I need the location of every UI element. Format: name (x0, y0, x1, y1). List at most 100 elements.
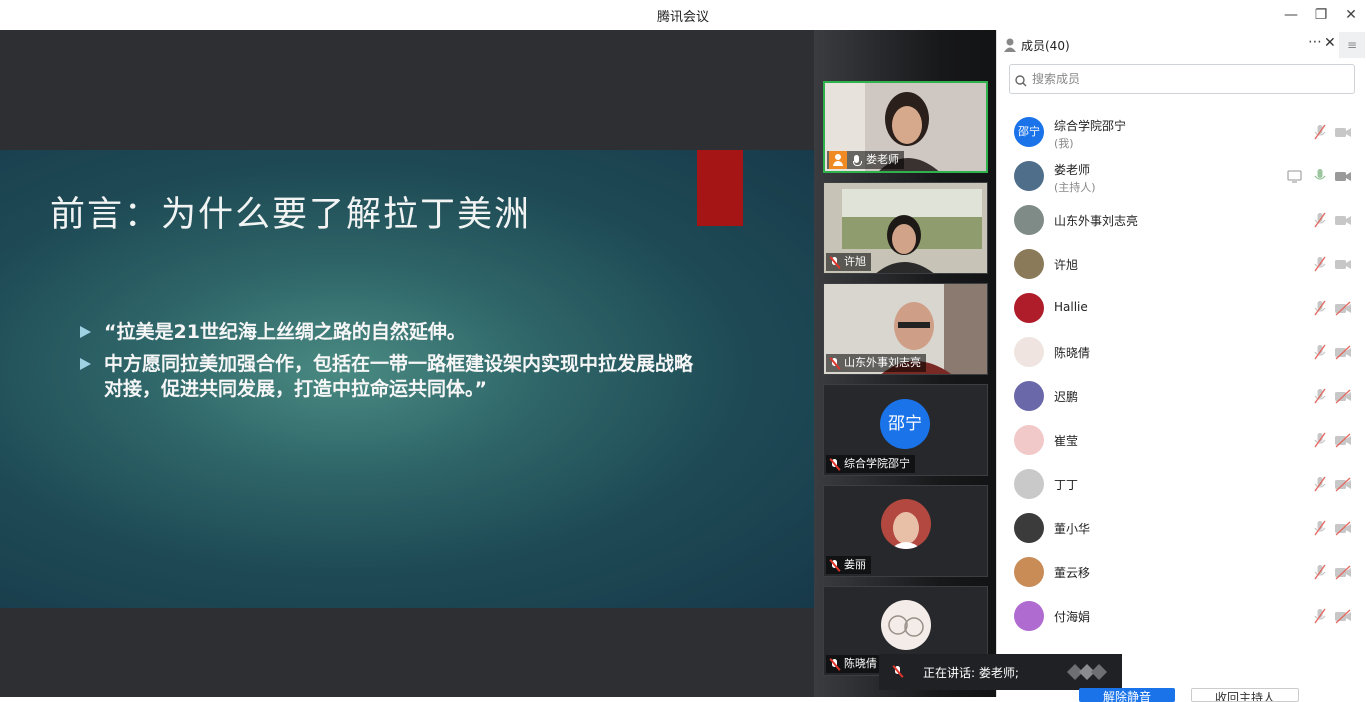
microphone-muted-icon[interactable] (891, 665, 904, 678)
member-name: 娄老师 (1054, 163, 1091, 177)
microphone-muted-icon (828, 256, 841, 269)
menu-icon[interactable]: ≡ (1339, 32, 1365, 58)
microphone-muted-icon[interactable] (1312, 564, 1328, 580)
reclaim-host-button[interactable]: 收回主持人 (1191, 688, 1299, 702)
participant-nametag: 陈晓倩 (826, 655, 882, 673)
minimize-icon[interactable]: — (1280, 5, 1302, 25)
video-tile[interactable]: 邵宁 综合学院邵宁 (823, 384, 988, 476)
more-options-icon[interactable]: ⋯ (1308, 34, 1322, 50)
avatar (881, 499, 931, 549)
avatar (1014, 425, 1044, 455)
close-icon[interactable]: ✕ (1340, 5, 1362, 25)
member-row[interactable]: 邵宁 综合学院邵宁 (我) (997, 110, 1366, 154)
member-row[interactable]: 山东外事刘志亮 (997, 198, 1366, 242)
member-name: 陈晓倩 (1054, 346, 1091, 360)
slide-accent-bar (697, 150, 743, 226)
member-row[interactable]: 付海娟 (997, 594, 1366, 638)
video-tile[interactable]: 姜丽 (823, 485, 988, 577)
camera-icon[interactable] (1334, 256, 1352, 272)
avatar (1014, 205, 1044, 235)
member-row[interactable]: 许旭 (997, 242, 1366, 286)
bullet-triangle-icon (80, 358, 91, 370)
member-row[interactable]: 娄老师 (主持人) (997, 154, 1366, 198)
screen-share-icon (1287, 168, 1303, 184)
microphone-muted-icon[interactable] (1312, 300, 1328, 316)
video-tile[interactable]: 许旭 (823, 182, 988, 274)
microphone-muted-icon (828, 458, 841, 471)
avatar (1014, 161, 1044, 191)
member-row[interactable]: 丁丁 (997, 462, 1366, 506)
member-role: (主持人) (1054, 181, 1096, 194)
camera-off-icon[interactable] (1334, 300, 1352, 316)
avatar (1014, 601, 1044, 631)
microphone-muted-icon (828, 559, 841, 572)
member-row[interactable]: 陈晓倩 (997, 330, 1366, 374)
camera-off-icon[interactable] (1334, 608, 1352, 624)
microphone-muted-icon[interactable] (1312, 344, 1328, 360)
participant-nametag: 娄老师 (827, 151, 904, 169)
speaking-text: 正在讲话: 娄老师; (923, 666, 1019, 680)
avatar (1014, 249, 1044, 279)
member-row[interactable]: 崔莹 (997, 418, 1366, 462)
member-name: 迟鹏 (1054, 390, 1079, 404)
camera-off-icon[interactable] (1334, 564, 1352, 580)
camera-off-icon[interactable] (1334, 344, 1352, 360)
participant-nametag: 许旭 (826, 253, 871, 271)
member-name: 丁丁 (1054, 478, 1079, 492)
slide-title: 前言：为什么要了解拉丁美洲 (50, 195, 532, 235)
microphone-icon[interactable] (1312, 168, 1328, 184)
microphone-muted-icon (828, 658, 841, 671)
microphone-muted-icon[interactable] (1312, 124, 1328, 140)
participant-nametag: 姜丽 (826, 556, 871, 574)
unmute-all-button[interactable]: 解除静音 (1079, 688, 1175, 702)
avatar (1014, 469, 1044, 499)
microphone-muted-icon[interactable] (1312, 256, 1328, 272)
camera-icon[interactable] (1334, 168, 1352, 184)
microphone-muted-icon[interactable] (1312, 608, 1328, 624)
close-panel-icon[interactable]: ✕ (1324, 35, 1336, 51)
participant-nametag: 山东外事刘志亮 (826, 354, 926, 372)
camera-off-icon[interactable] (1334, 520, 1352, 536)
member-name: 综合学院邵宁 (1054, 119, 1127, 133)
member-name: 崔莹 (1054, 434, 1079, 448)
member-row[interactable]: Hallie (997, 286, 1366, 330)
microphone-muted-icon[interactable] (1312, 432, 1328, 448)
search-input[interactable]: 搜索成员 (1009, 64, 1355, 94)
restore-icon[interactable]: ❐ (1310, 5, 1332, 25)
microphone-muted-icon[interactable] (1312, 388, 1328, 404)
avatar: 邵宁 (880, 399, 930, 449)
member-row[interactable]: 迟鹏 (997, 374, 1366, 418)
member-name: 付海娟 (1054, 610, 1091, 624)
avatar (1014, 293, 1044, 323)
avatar (881, 600, 931, 650)
camera-icon[interactable] (1334, 212, 1352, 228)
member-row[interactable]: 董云移 (997, 550, 1366, 594)
title-bar: 腾讯会议 — ❐ ✕ (0, 0, 1366, 30)
avatar (1014, 513, 1044, 543)
shared-screen-area: 前言：为什么要了解拉丁美洲 “拉美是21世纪海上丝绸之路的自然延伸。 中方愿同拉… (0, 30, 814, 697)
avatar (1014, 337, 1044, 367)
video-tile[interactable]: 娄老师 (823, 81, 988, 173)
bullet-triangle-icon (80, 326, 91, 338)
member-name: 董小华 (1054, 522, 1091, 536)
microphone-icon (850, 154, 863, 167)
member-name: 董云移 (1054, 566, 1091, 580)
microphone-muted-icon[interactable] (1312, 212, 1328, 228)
presentation-slide: 前言：为什么要了解拉丁美洲 “拉美是21世纪海上丝绸之路的自然延伸。 中方愿同拉… (0, 150, 814, 608)
camera-icon[interactable] (1334, 124, 1352, 140)
search-icon (1015, 72, 1027, 91)
camera-off-icon[interactable] (1334, 476, 1352, 492)
microphone-muted-icon[interactable] (1312, 476, 1328, 492)
microphone-muted-icon[interactable] (1312, 520, 1328, 536)
members-icon (1003, 37, 1017, 52)
speaking-indicator: 正在讲话: 娄老师; (879, 654, 1122, 690)
video-tile[interactable]: 山东外事刘志亮 (823, 283, 988, 375)
member-row[interactable]: 董小华 (997, 506, 1366, 550)
camera-off-icon[interactable] (1334, 432, 1352, 448)
avatar: 邵宁 (1014, 117, 1044, 147)
host-icon (829, 151, 847, 169)
members-panel-header: 成员(40) ⋯ ✕ ≡ (997, 30, 1366, 58)
camera-off-icon[interactable] (1334, 388, 1352, 404)
avatar (1014, 557, 1044, 587)
window-title: 腾讯会议 (656, 10, 709, 25)
